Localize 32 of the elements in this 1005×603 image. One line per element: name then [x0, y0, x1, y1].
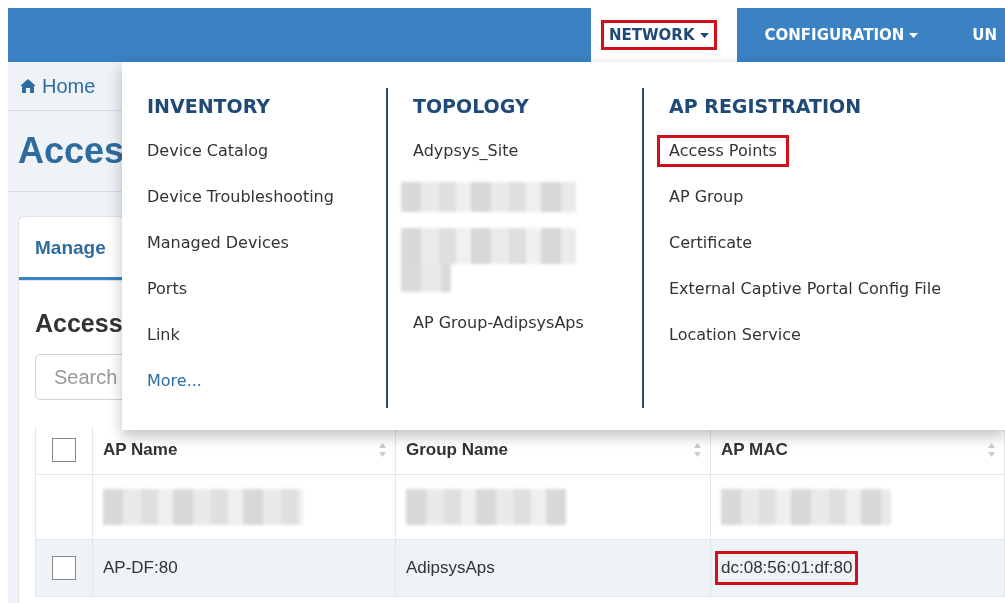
row-checkbox[interactable]: [52, 556, 76, 580]
table-cell: dc:08:56:01:df:80: [715, 551, 859, 585]
menu-item[interactable]: More...: [135, 365, 214, 397]
menu-item[interactable]: Certificate: [657, 227, 765, 259]
sort-icon[interactable]: [693, 442, 702, 458]
menu-item[interactable]: Ports: [135, 273, 200, 305]
breadcrumb-label: Home: [42, 74, 96, 98]
section-title: Access: [35, 309, 123, 338]
menu-item[interactable]: External Captive Portal Config File: [657, 273, 953, 305]
table-cell-text: AdipsysAps: [405, 557, 496, 579]
caret-icon: [909, 32, 919, 38]
home-icon: [20, 79, 36, 93]
menu-item[interactable]: Link: [135, 319, 192, 351]
sort-icon[interactable]: [987, 442, 996, 458]
column-header[interactable]: AP MAC: [721, 440, 788, 460]
menu-item[interactable]: AP Group-AdipsysAps: [401, 307, 596, 339]
caret-icon: [699, 32, 709, 38]
home-link[interactable]: Home: [20, 74, 96, 98]
nav-item[interactable]: CONFIGURATION: [736, 8, 947, 62]
menu-item[interactable]: Location Service: [657, 319, 813, 351]
select-all-checkbox[interactable]: [52, 438, 76, 462]
table-cell-text: AP-DF:80: [102, 557, 179, 579]
column-header[interactable]: Group Name: [406, 440, 509, 460]
sort-icon[interactable]: [378, 442, 387, 458]
menu-item[interactable]: Access Points: [657, 135, 789, 167]
column-header[interactable]: AP Name: [103, 440, 178, 460]
nav-item[interactable]: UN: [946, 8, 1005, 62]
menu-item[interactable]: Managed Devices: [135, 227, 301, 259]
menu-item[interactable]: Adypsys_Site: [401, 135, 531, 167]
table-row[interactable]: AP-DF:80 AdipsysAps dc:08:56:01:df:80: [36, 540, 1005, 597]
menu-item[interactable]: Device Catalog: [135, 135, 281, 167]
nav-item[interactable]: NETWORK: [591, 8, 737, 62]
